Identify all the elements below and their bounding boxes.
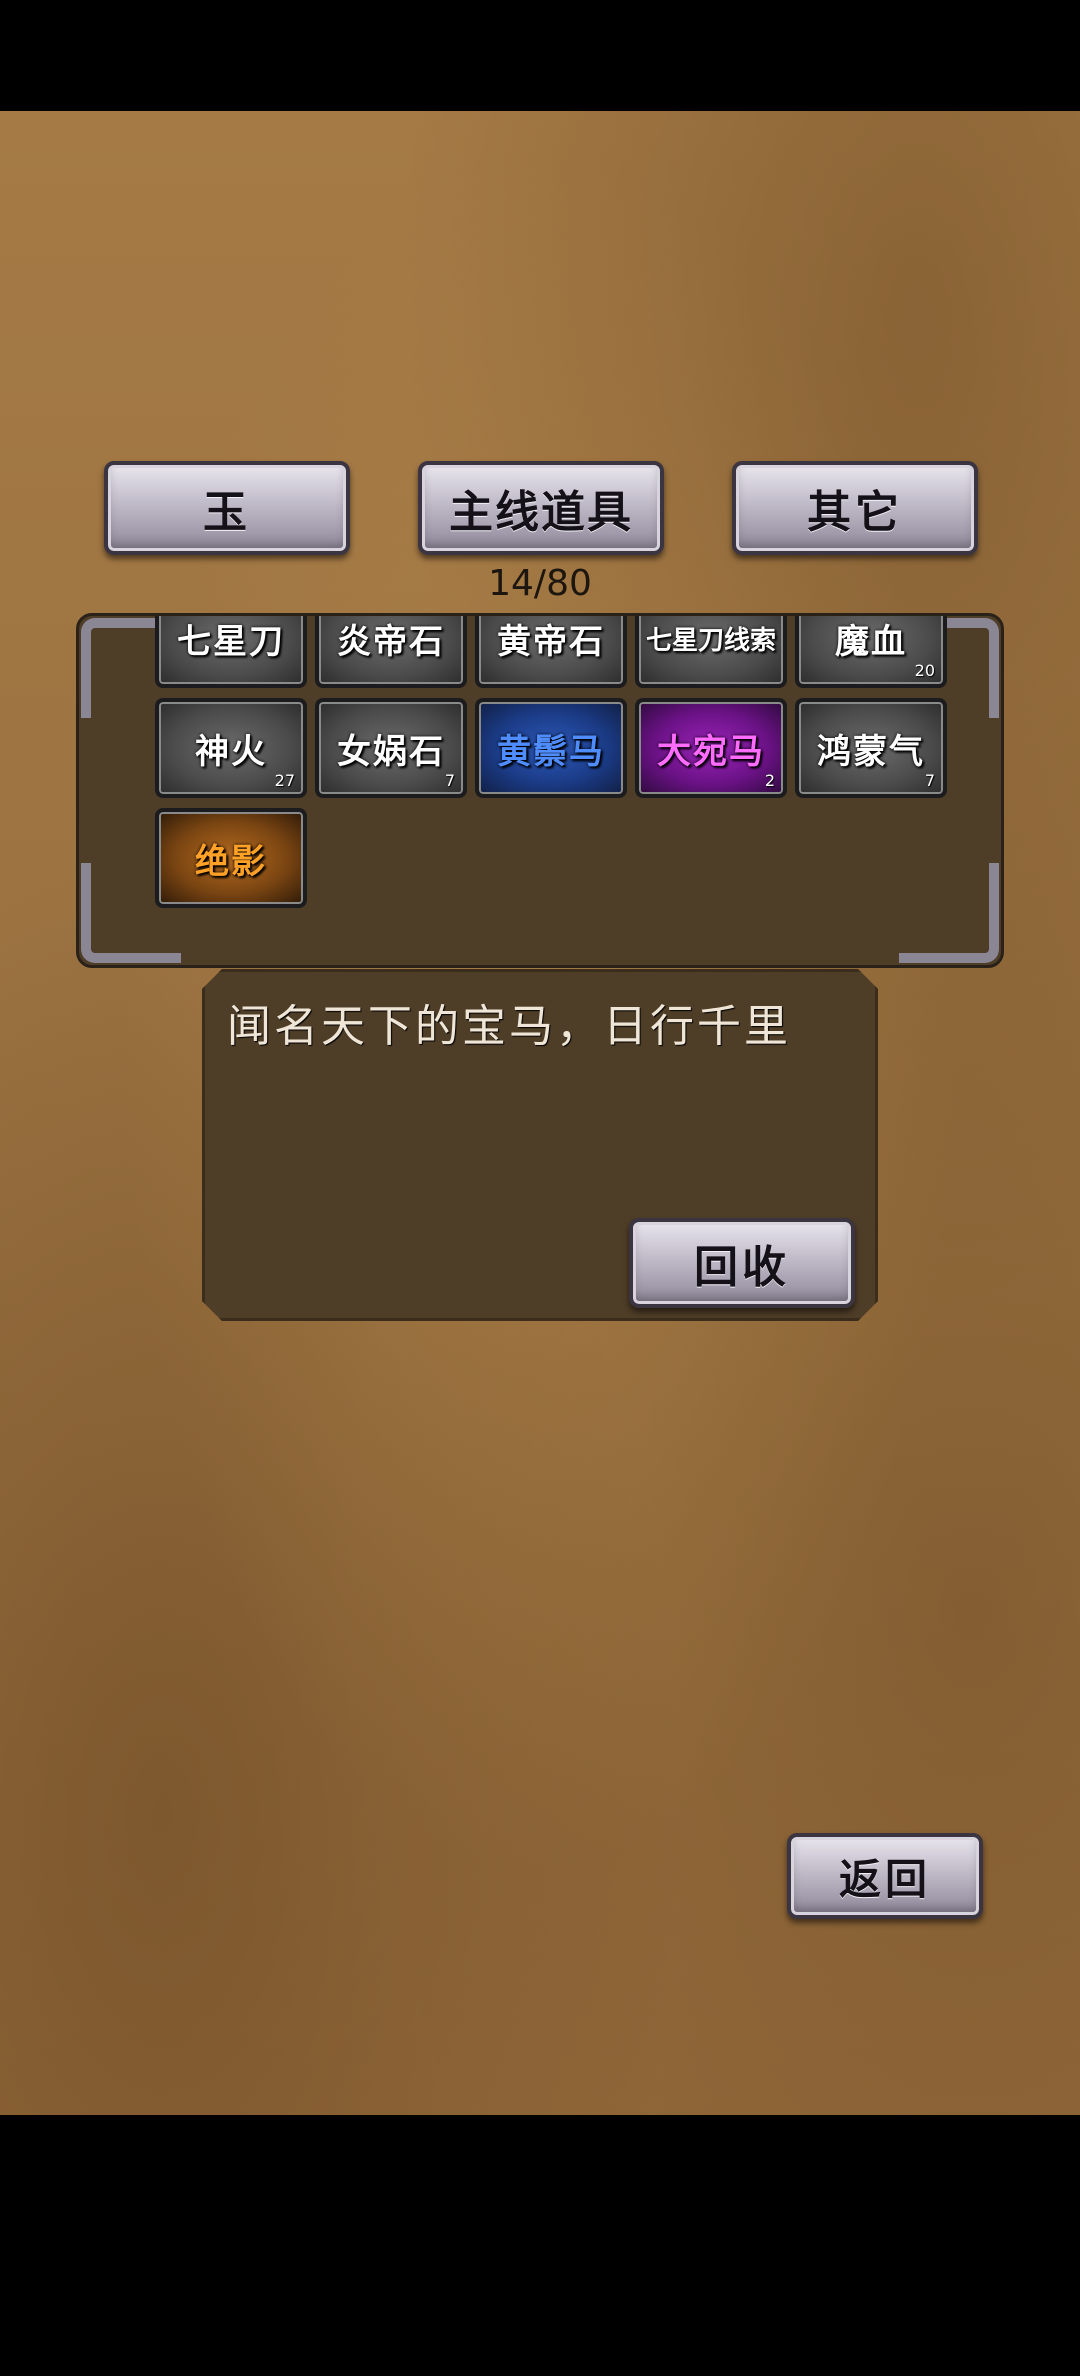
- inventory-count: 14/80: [488, 563, 592, 604]
- item-quantity: 7: [444, 771, 455, 790]
- item-name: 女娲石: [337, 731, 445, 772]
- item-slot[interactable]: 炎帝石: [315, 616, 467, 688]
- tab-main-quest-items[interactable]: 主线道具: [418, 461, 664, 555]
- item-slot[interactable]: 魔血 20: [795, 616, 947, 688]
- item-name: 魔血: [835, 621, 907, 662]
- item-name: 黄帝石: [497, 621, 605, 662]
- tab-other[interactable]: 其它: [732, 461, 978, 555]
- item-description-panel: 闻名天下的宝马，日行千里 回收: [202, 969, 878, 1321]
- item-quantity: 7: [924, 771, 935, 790]
- tab-main-quest-items-label: 主线道具: [449, 487, 633, 538]
- item-slot[interactable]: 黄帝石: [475, 616, 627, 688]
- back-button-label: 返回: [838, 1854, 931, 1904]
- item-description-text: 闻名天下的宝马，日行千里: [227, 1001, 791, 1052]
- recycle-button[interactable]: 回收: [629, 1218, 855, 1308]
- item-name: 鸿蒙气: [817, 731, 925, 772]
- item-name: 七星刀: [177, 621, 285, 662]
- item-slot[interactable]: 鸿蒙气 7: [795, 698, 947, 798]
- back-button[interactable]: 返回: [787, 1833, 983, 1919]
- item-name: 神火: [195, 731, 267, 772]
- item-slot-selected[interactable]: 黄鬃马: [475, 698, 627, 798]
- item-slot[interactable]: 神火 27: [155, 698, 307, 798]
- item-slot[interactable]: 大宛马 2: [635, 698, 787, 798]
- item-slot[interactable]: 女娲石 7: [315, 698, 467, 798]
- item-name: 黄鬃马: [497, 731, 605, 772]
- item-name: 绝影: [195, 841, 267, 882]
- item-grid[interactable]: 七星刀 炎帝石 黄帝石 七星刀线索 魔血 20 神火 27 女娲石 7 黄鬃马 …: [155, 616, 955, 965]
- item-slot[interactable]: 绝影: [155, 808, 307, 908]
- tab-jade-label: 玉: [203, 487, 251, 538]
- item-name: 七星刀线索: [645, 625, 776, 656]
- item-quantity: 20: [914, 661, 935, 680]
- item-quantity: 27: [274, 771, 295, 790]
- item-slot[interactable]: 七星刀线索: [635, 616, 787, 688]
- tab-other-label: 其它: [807, 487, 903, 538]
- recycle-button-label: 回收: [694, 1242, 790, 1293]
- tab-jade[interactable]: 玉: [104, 461, 350, 555]
- item-name: 大宛马: [657, 731, 765, 772]
- item-name: 炎帝石: [337, 621, 445, 662]
- inventory-panel: 七星刀 炎帝石 黄帝石 七星刀线索 魔血 20 神火 27 女娲石 7 黄鬃马 …: [76, 613, 1004, 968]
- item-slot[interactable]: 七星刀: [155, 616, 307, 688]
- item-quantity: 2: [764, 771, 775, 790]
